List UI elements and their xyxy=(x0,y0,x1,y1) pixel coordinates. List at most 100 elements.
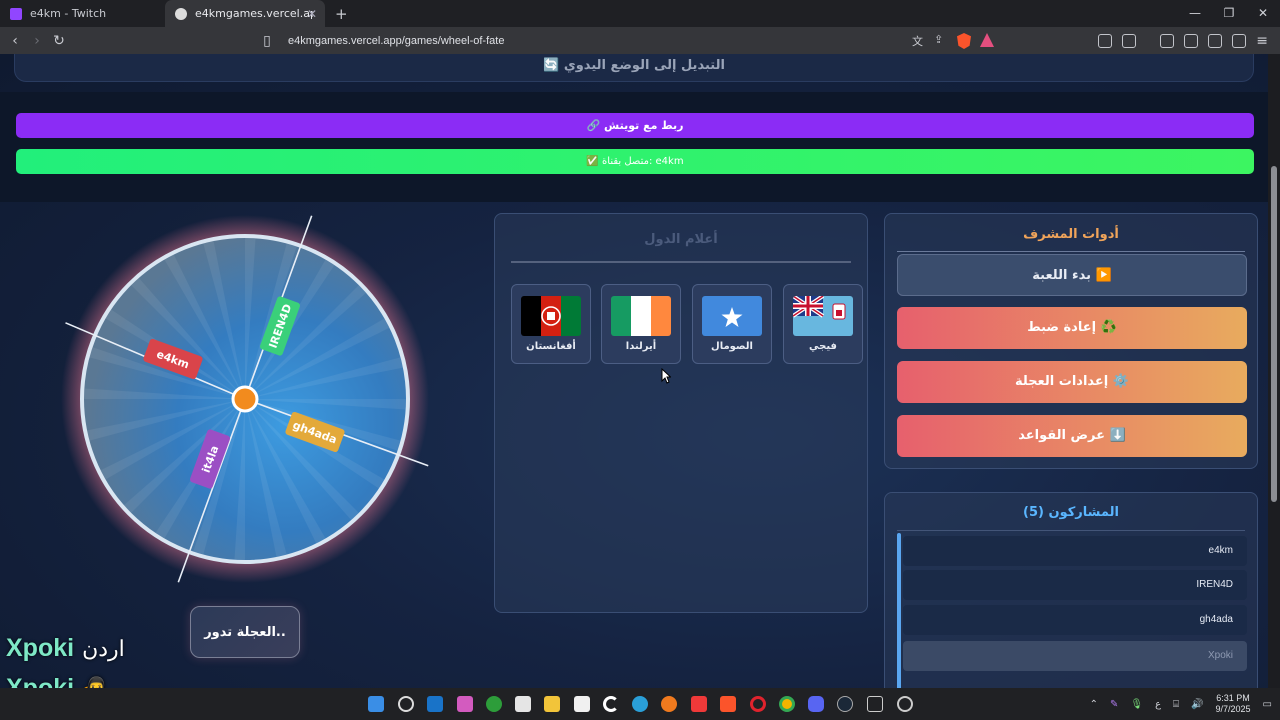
stream-overlay-line-1: Xpoki اردن xyxy=(6,634,125,663)
opera-icon[interactable] xyxy=(750,696,766,712)
twitch-connect-section: 🔗 ربط مع تويتش ✅ متصل بقناة: e4km xyxy=(0,92,1268,202)
show-hidden-icons[interactable]: ⌃ xyxy=(1090,699,1098,710)
flag-card-ireland[interactable]: أيرلندا xyxy=(601,284,681,364)
participants-panel: المشاركون (5) e4km IREN4D gh4ada Xpoki xyxy=(884,492,1258,688)
tab-bar: e4km - Twitch e4kmgames.vercel.app/games… xyxy=(0,0,1280,27)
overlay-message: 🥷 xyxy=(82,675,110,689)
menu-icon[interactable]: ≡ xyxy=(1256,33,1268,49)
divider xyxy=(897,251,1245,252)
network-icon[interactable]: ⌸ xyxy=(1173,699,1179,710)
afghanistan-flag-icon xyxy=(521,296,581,336)
app-icon[interactable] xyxy=(867,696,883,712)
toggle-manual-mode-button[interactable]: 🔄 التبديل إلى الوضع اليدوي xyxy=(15,58,1253,73)
capcut-icon[interactable] xyxy=(574,696,590,712)
tab-wheel-of-fate[interactable]: e4kmgames.vercel.app/games/w ✕ xyxy=(165,0,325,27)
page-content: 🔄 التبديل إلى الوضع اليدوي 🔗 ربط مع تويت… xyxy=(0,54,1268,688)
store-icon[interactable] xyxy=(515,696,531,712)
file-explorer-icon[interactable] xyxy=(544,696,560,712)
clock-date: 9/7/2025 xyxy=(1215,704,1251,714)
chrome-icon[interactable] xyxy=(779,696,795,712)
ireland-flag-icon xyxy=(611,296,671,336)
participants-scroll-indicator xyxy=(897,533,901,688)
wallet-icon[interactable] xyxy=(1184,33,1199,48)
overlay-username: Xpoki xyxy=(6,674,75,688)
xbox-icon[interactable] xyxy=(486,696,502,712)
participant-row: gh4ada xyxy=(903,605,1247,635)
start-menu-icon[interactable] xyxy=(368,696,384,712)
new-tab-button[interactable]: + xyxy=(335,5,348,23)
wheel-of-fate[interactable]: IREN4Dgh4adait4lae4km xyxy=(60,214,430,584)
edge-icon[interactable] xyxy=(632,696,648,712)
sidebar-icon[interactable] xyxy=(1160,33,1175,48)
brave-taskbar-icon[interactable] xyxy=(720,696,736,712)
volume-icon[interactable]: 🔊 xyxy=(1191,699,1203,710)
forward-button[interactable]: › xyxy=(26,33,48,49)
copilot-icon[interactable] xyxy=(457,696,473,712)
admin-tools-panel: أدوات المشرف بدء اللعبة ▶️ إعادة ضبط ♻️ … xyxy=(884,213,1258,469)
connection-status-bar: ✅ متصل بقناة: e4km xyxy=(16,149,1254,174)
steam-icon[interactable] xyxy=(837,696,853,712)
tab-title: e4km - Twitch xyxy=(30,7,107,20)
back-button[interactable]: ‹ xyxy=(4,33,26,49)
tab-twitch[interactable]: e4km - Twitch xyxy=(0,0,165,27)
notifications-icon[interactable]: ▭ xyxy=(1263,699,1272,710)
share-icon[interactable]: ⇪ xyxy=(934,33,943,46)
participant-row: Xpoki xyxy=(903,641,1247,671)
flag-name: أيرلندا xyxy=(625,341,657,352)
reset-button[interactable]: إعادة ضبط ♻️ xyxy=(897,307,1247,349)
obs-icon[interactable] xyxy=(897,696,913,712)
firefox-icon[interactable] xyxy=(661,696,677,712)
flag-name: فيجي xyxy=(809,341,837,352)
twitch-icon xyxy=(10,7,22,20)
overlay-username: Xpoki xyxy=(6,634,75,662)
country-flags-panel: أعلام الدول فيجي الصومال أيرلندا أفغانست… xyxy=(494,213,868,613)
scrollbar-thumb[interactable] xyxy=(1271,166,1277,502)
flag-card-somalia[interactable]: الصومال xyxy=(692,284,772,364)
vivaldi-icon[interactable] xyxy=(691,696,707,712)
leo-ai-icon[interactable] xyxy=(1208,33,1223,48)
wheel-settings-button[interactable]: إعدادات العجلة ⚙️ xyxy=(897,361,1247,403)
system-tray: ⌃ ✎ 🎙 ع ⌸ 🔊 6:31 PM 9/7/2025 ▭ xyxy=(1090,688,1272,720)
flag-card-fiji[interactable]: فيجي xyxy=(783,284,863,364)
discord-icon[interactable] xyxy=(808,696,824,712)
extensions-icon[interactable] xyxy=(1098,33,1113,48)
show-rules-button[interactable]: عرض القواعد ⬇️ xyxy=(897,415,1247,457)
clock[interactable]: 6:31 PM 9/7/2025 xyxy=(1216,693,1251,715)
ccleaner-icon[interactable] xyxy=(603,696,619,712)
fiji-flag-icon xyxy=(793,296,853,336)
participant-row: IREN4D xyxy=(903,570,1247,600)
flag-card-afghanistan[interactable]: أفغانستان xyxy=(511,284,591,364)
close-window-button[interactable]: ✕ xyxy=(1246,0,1280,27)
address-bar[interactable]: e4kmgames.vercel.app/games/wheel-of-fate xyxy=(252,30,1000,51)
flag-name: أفغانستان xyxy=(526,341,576,352)
globe-icon xyxy=(175,7,187,20)
outlook-icon[interactable] xyxy=(427,696,443,712)
stream-overlay-line-2: Xpoki 🥷 xyxy=(6,674,109,688)
tab-title: e4kmgames.vercel.app/games/w xyxy=(195,7,313,20)
media-icon[interactable] xyxy=(1122,33,1137,48)
windows-taskbar: ⌃ ✎ 🎙 ع ⌸ 🔊 6:31 PM 9/7/2025 ▭ xyxy=(0,688,1280,720)
participants-title: المشاركون (5) xyxy=(1023,505,1119,520)
divider xyxy=(897,530,1245,531)
start-game-button[interactable]: بدء اللعبة ▶️ xyxy=(897,254,1247,296)
somalia-flag-icon xyxy=(702,296,762,336)
close-tab-icon[interactable]: ✕ xyxy=(307,7,317,21)
page-scrollbar[interactable] xyxy=(1268,54,1280,688)
twitch-link-button[interactable]: 🔗 ربط مع تويتش xyxy=(16,113,1254,138)
language-indicator[interactable]: ع xyxy=(1155,699,1161,710)
pen-icon[interactable]: ✎ xyxy=(1110,699,1118,710)
maximize-button[interactable]: ❐ xyxy=(1212,0,1246,27)
url-text[interactable]: e4kmgames.vercel.app/games/wheel-of-fate xyxy=(288,35,504,47)
clock-time: 6:31 PM xyxy=(1216,693,1250,703)
spin-button[interactable]: العجلة تدور.. xyxy=(190,606,300,658)
admin-panel-title: أدوات المشرف xyxy=(1023,227,1119,242)
microphone-icon[interactable]: 🎙 xyxy=(1130,699,1143,710)
overlay-message: اردن xyxy=(82,635,125,661)
translate-icon[interactable]: 文 xyxy=(912,33,923,49)
minimize-button[interactable]: — xyxy=(1178,0,1212,27)
search-icon[interactable] xyxy=(398,696,414,712)
toolbar-extensions: ≡ xyxy=(1098,27,1268,54)
reload-button[interactable]: ↻ xyxy=(48,33,70,49)
vpn-icon[interactable] xyxy=(1232,33,1247,48)
mode-toggle-panel: 🔄 التبديل إلى الوضع اليدوي xyxy=(14,54,1254,82)
